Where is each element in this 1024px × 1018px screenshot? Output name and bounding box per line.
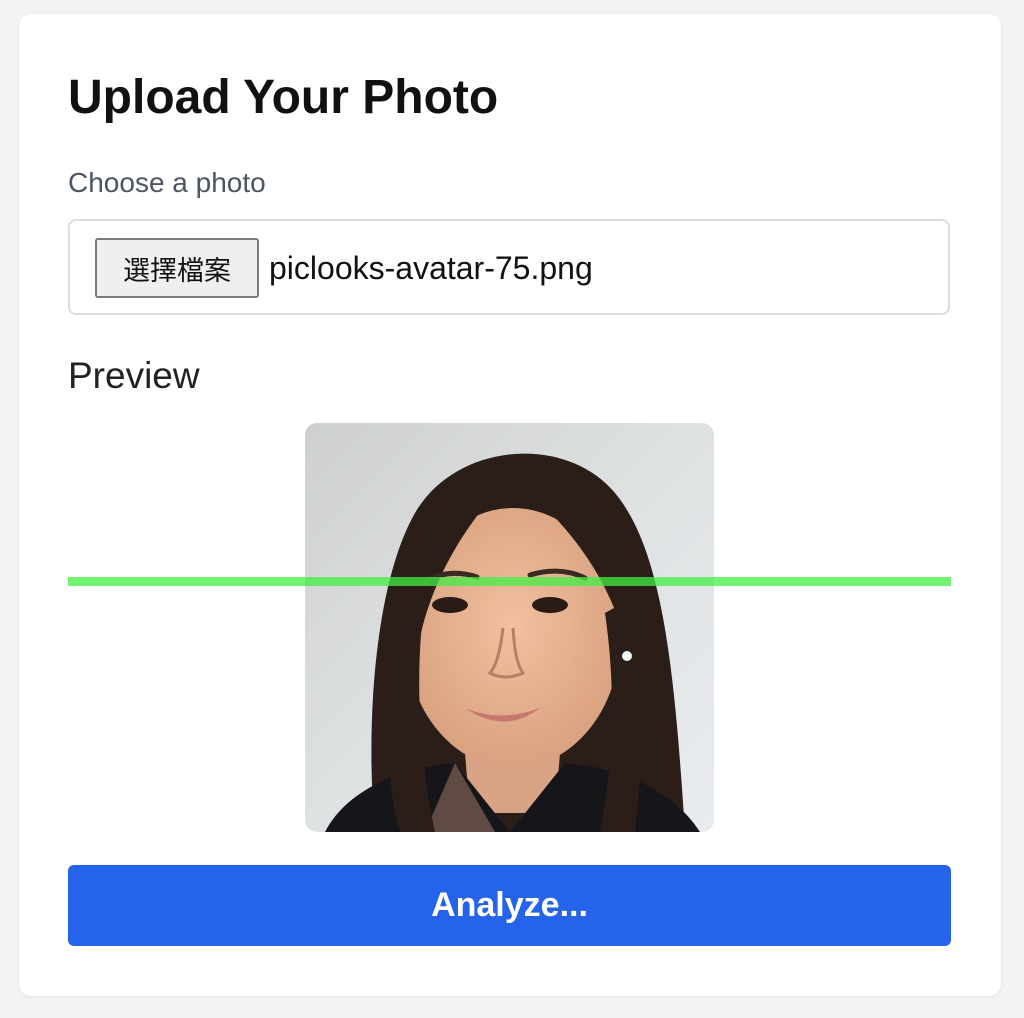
analyze-button[interactable]: Analyze... xyxy=(68,865,951,946)
file-input[interactable]: 選擇檔案 piclooks-avatar-75.png xyxy=(68,219,950,315)
choose-photo-label: Choose a photo xyxy=(68,167,266,198)
preview-heading: Preview xyxy=(68,355,200,396)
preview-image xyxy=(305,423,714,832)
page-title: Upload Your Photo xyxy=(68,71,499,124)
upload-card: Upload Your Photo Choose a photo 選擇檔案 pi… xyxy=(19,14,1001,996)
choose-file-button[interactable]: 選擇檔案 xyxy=(95,238,259,298)
scan-line xyxy=(68,577,951,586)
selected-file-name: piclooks-avatar-75.png xyxy=(269,250,593,286)
